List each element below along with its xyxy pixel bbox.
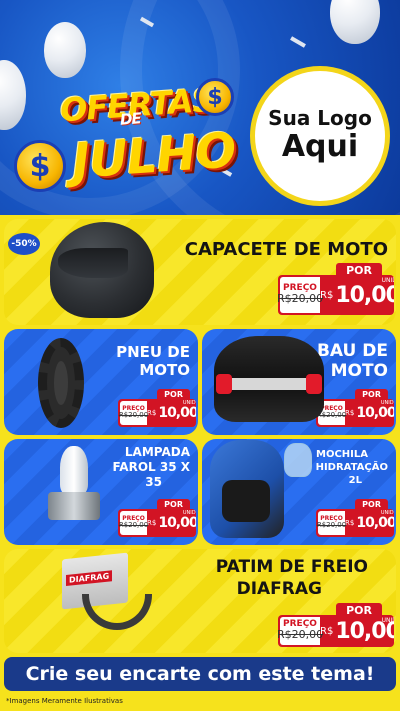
header-banner: OFERTAS DE JULHO $ $ Sua Logo Aqui bbox=[0, 0, 400, 215]
old-price-value: R$20,00 bbox=[118, 521, 149, 530]
product-title-line2: DIAFRAG bbox=[236, 579, 322, 599]
old-price-value: R$20,00 bbox=[118, 411, 149, 420]
old-price-box: PREÇO R$20,00 bbox=[278, 277, 324, 313]
discount-badge: -50% bbox=[8, 233, 40, 255]
cta-banner[interactable]: Crie seu encarte com este tema! bbox=[4, 657, 396, 691]
old-price-box: PREÇO R$20,00 bbox=[278, 617, 324, 645]
new-price-box: R$ 10,00 UNID bbox=[345, 509, 394, 537]
product-title-line1: PNEU DE bbox=[116, 343, 190, 361]
brake-box-brand: DIAFRAG bbox=[66, 570, 113, 587]
backpack-image bbox=[210, 440, 284, 538]
old-price-box: PREÇO R$20,00 bbox=[118, 511, 149, 535]
backpack-pocket bbox=[222, 480, 270, 522]
coin-symbol: $ bbox=[29, 148, 51, 184]
new-price-value: 10,00 bbox=[356, 515, 394, 531]
new-price-box: R$ 10,00 UNID bbox=[147, 509, 196, 537]
price-tag: PREÇO R$20,00 R$ 10,00 UNID POR bbox=[316, 499, 394, 537]
price-box: PREÇO R$20,00 R$ 10,00 UNID bbox=[316, 509, 394, 537]
unit-label: UNID bbox=[380, 510, 394, 516]
new-price-value: 10,00 bbox=[158, 515, 196, 531]
por-label: POR bbox=[336, 263, 382, 278]
helmet-image bbox=[50, 222, 154, 318]
tire-image bbox=[38, 338, 84, 428]
price-box: PREÇO R$20,00 R$ 10,00 UNID bbox=[118, 399, 196, 427]
water-bladder-image bbox=[284, 443, 312, 477]
product-title-line1: PATIM DE FREIO bbox=[215, 557, 368, 577]
product-title-line2: MOTO bbox=[139, 361, 190, 379]
logo-text-line2: Aqui bbox=[281, 129, 359, 165]
logo-text-line1: Sua Logo bbox=[268, 106, 372, 131]
bulb-base bbox=[48, 492, 100, 520]
por-label: POR bbox=[157, 499, 190, 510]
product-title-line3: 2L bbox=[348, 475, 362, 486]
new-price-value: 10,00 bbox=[158, 405, 196, 421]
product-title-line1: BAU DE bbox=[316, 341, 388, 361]
old-price-value: R$20,00 bbox=[316, 411, 347, 420]
price-tag: PREÇO R$20,00 R$ 10,00 UNID POR bbox=[118, 499, 196, 537]
por-label: POR bbox=[355, 389, 388, 400]
new-price-value: 10,00 bbox=[335, 282, 394, 308]
price-box: PREÇO R$20,00 R$ 10,00 UNID bbox=[316, 399, 394, 427]
disclaimer-text: *Imagens Meramente Ilustrativas bbox=[6, 697, 123, 705]
cta-text: Crie seu encarte com este tema! bbox=[25, 663, 375, 685]
currency-symbol: R$ bbox=[345, 519, 355, 527]
logo-placeholder[interactable]: Sua Logo Aqui bbox=[250, 66, 390, 206]
product-title-line1: LAMPADA bbox=[124, 445, 190, 459]
product-title-line3: 35 bbox=[145, 475, 162, 489]
unit-label: UNID bbox=[381, 277, 394, 284]
price-tag: PREÇO R$20,00 R$ 10,00 UNID POR bbox=[278, 263, 394, 315]
bulb-glass bbox=[60, 446, 88, 494]
top-case-lamp bbox=[216, 374, 232, 394]
unit-label: UNID bbox=[182, 400, 196, 406]
old-price-box: PREÇO R$20,00 bbox=[316, 511, 347, 535]
product-title: CAPACETE DE MOTO bbox=[184, 239, 388, 260]
product-title-line1: MOCHILA bbox=[316, 449, 368, 460]
top-case-image bbox=[214, 336, 324, 422]
unit-label: UNID bbox=[381, 617, 394, 624]
product-title-line2: FAROL 35 X bbox=[112, 460, 190, 474]
product-title-line2: HIDRATAÇÃO bbox=[315, 462, 388, 473]
por-label: POR bbox=[157, 389, 190, 400]
por-label: POR bbox=[336, 603, 382, 618]
currency-symbol: R$ bbox=[320, 289, 334, 301]
price-tag: PREÇO R$20,00 R$ 10,00 UNID POR bbox=[118, 389, 196, 427]
new-price-box: R$ 10,00 UNID bbox=[320, 275, 394, 315]
product-title-line2: MOTO bbox=[330, 361, 388, 381]
helmet-visor bbox=[58, 248, 128, 278]
currency-symbol: R$ bbox=[147, 409, 157, 417]
price-tag: PREÇO R$20,00 R$ 10,00 UNID POR bbox=[316, 389, 394, 427]
headline-de: DE bbox=[119, 109, 142, 129]
unit-label: UNID bbox=[380, 400, 394, 406]
old-price-box: PREÇO R$20,00 bbox=[118, 401, 149, 425]
new-price-value: 10,00 bbox=[356, 405, 394, 421]
currency-symbol: R$ bbox=[320, 625, 334, 637]
price-box: PREÇO R$20,00 R$ 10,00 UNID bbox=[278, 615, 394, 647]
coin-icon: $ bbox=[14, 140, 66, 192]
new-price-box: R$ 10,00 UNID bbox=[147, 399, 196, 427]
coin-symbol: $ bbox=[207, 84, 223, 110]
price-box: PREÇO R$20,00 R$ 10,00 UNID bbox=[118, 509, 196, 537]
product-card-pneu[interactable]: PNEU DE MOTO PREÇO R$20,00 R$ 10,00 UNID… bbox=[4, 329, 198, 435]
new-price-box: R$ 10,00 UNID bbox=[345, 399, 394, 427]
balloon-image bbox=[44, 22, 86, 78]
currency-symbol: R$ bbox=[345, 409, 355, 417]
top-case-stripe bbox=[222, 378, 316, 390]
old-price-value: R$20,00 bbox=[278, 628, 324, 642]
top-case-lamp bbox=[306, 374, 322, 394]
old-price-value: R$20,00 bbox=[316, 521, 347, 530]
price-box: PREÇO R$20,00 R$ 10,00 UNID bbox=[278, 275, 394, 315]
price-tag: PREÇO R$20,00 R$ 10,00 UNID POR bbox=[278, 603, 394, 647]
coin-icon: $ bbox=[196, 78, 234, 116]
headlight-bulb-image bbox=[44, 444, 104, 534]
unit-label: UNID bbox=[182, 510, 196, 516]
por-label: POR bbox=[355, 499, 388, 510]
headline-julho: JULHO bbox=[70, 122, 238, 190]
currency-symbol: R$ bbox=[147, 519, 157, 527]
new-price-box: R$ 10,00 UNID bbox=[320, 615, 394, 647]
old-price-value: R$20,00 bbox=[278, 292, 324, 306]
